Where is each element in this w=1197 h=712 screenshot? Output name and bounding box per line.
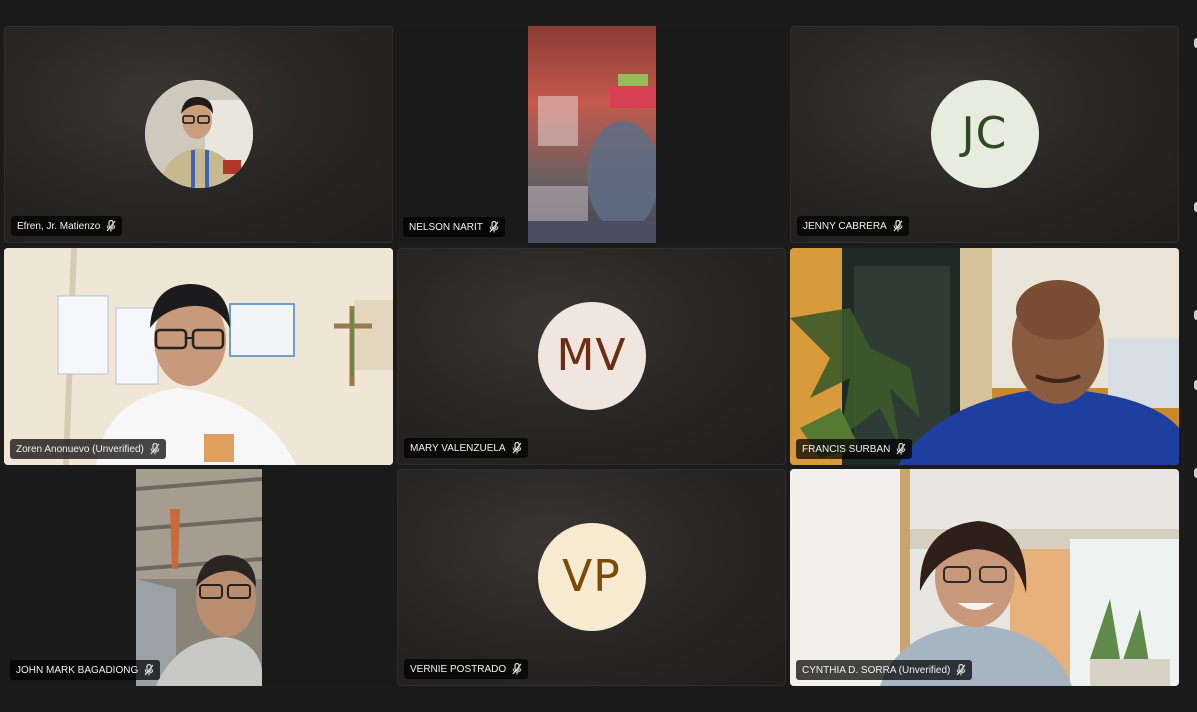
participant-tile-efren[interactable]: Efren, Jr. Matienzo (4, 26, 393, 243)
participant-initials-avatar: JC (930, 79, 1039, 188)
mic-muted-icon (893, 220, 903, 232)
participant-name: Efren, Jr. Matienzo (17, 220, 101, 232)
participant-name: JENNY CABRERA (803, 220, 887, 232)
participant-name-tag: Zoren Anonuevo (Unverified) (10, 439, 166, 459)
participant-tile-zoren[interactable]: Zoren Anonuevo (Unverified) (4, 248, 393, 465)
participant-tile-mary[interactable]: MV MARY VALENZUELA (397, 248, 786, 465)
participant-initials-avatar: MV (537, 301, 646, 410)
participant-name-tag: JOHN MARK BAGADIONG (10, 660, 161, 680)
participant-video-feed (4, 248, 393, 465)
mic-muted-icon (144, 664, 154, 676)
participant-tile-vernie[interactable]: VP VERNIE POSTRADO (397, 469, 786, 686)
participant-name-tag: FRANCIS SURBAN (796, 439, 913, 459)
participant-name: FRANCIS SURBAN (802, 443, 891, 455)
participant-name-tag: CYNTHIA D. SORRA (Unverified) (796, 660, 973, 680)
participant-tile-jenny[interactable]: JC JENNY CABRERA (790, 26, 1179, 243)
participant-name-tag: MARY VALENZUELA (404, 438, 528, 458)
mic-muted-icon (150, 443, 160, 455)
mic-muted-icon (512, 442, 522, 454)
participant-video-feed (136, 469, 262, 686)
participant-initials-avatar: VP (537, 522, 646, 631)
mic-muted-icon (489, 221, 499, 233)
participant-profile-photo (144, 79, 253, 188)
participant-video-feed (528, 26, 656, 243)
mic-muted-icon (512, 663, 522, 675)
participant-name-tag: NELSON NARIT (403, 217, 505, 237)
participant-name: Zoren Anonuevo (Unverified) (16, 443, 144, 455)
participant-name: JOHN MARK BAGADIONG (16, 664, 139, 676)
participant-name: VERNIE POSTRADO (410, 663, 507, 675)
participant-tile-cynthia[interactable]: CYNTHIA D. SORRA (Unverified) (790, 469, 1179, 686)
mic-muted-icon (956, 664, 966, 676)
participant-tile-john-mark[interactable]: JOHN MARK BAGADIONG (4, 469, 393, 686)
participant-video-feed (790, 469, 1179, 686)
participant-name: MARY VALENZUELA (410, 442, 506, 454)
participant-video-feed (790, 248, 1179, 465)
participant-name-tag: Efren, Jr. Matienzo (11, 216, 123, 236)
mic-muted-icon (106, 220, 116, 232)
participant-name-tag: VERNIE POSTRADO (404, 659, 529, 679)
side-panel-edge (1185, 0, 1197, 712)
participant-name: CYNTHIA D. SORRA (Unverified) (802, 664, 951, 676)
video-gallery: { "participants": [ {"name": "Efren, Jr.… (0, 0, 1197, 712)
participant-tile-francis[interactable]: FRANCIS SURBAN (790, 248, 1179, 465)
participant-name-tag: JENNY CABRERA (797, 216, 909, 236)
participant-name: NELSON NARIT (409, 221, 483, 233)
participant-tile-nelson[interactable]: NELSON NARIT (397, 26, 786, 243)
mic-muted-icon (896, 443, 906, 455)
